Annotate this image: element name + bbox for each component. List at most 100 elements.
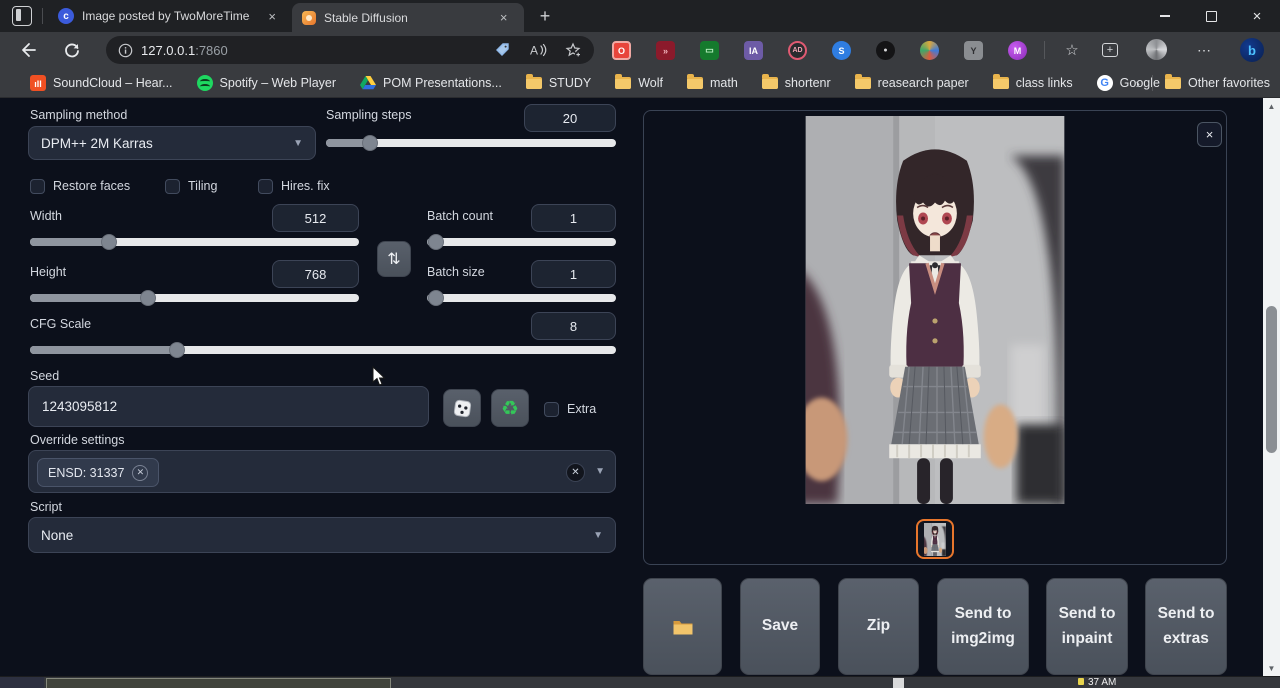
tiling-checkbox[interactable] [165,179,180,194]
sampling-steps-slider[interactable] [326,135,616,151]
settings-more-icon[interactable]: ⋯ [1194,40,1214,60]
folder-icon [526,77,542,89]
tab2-close-icon[interactable]: × [500,11,508,24]
bookmark-pom-presentations[interactable]: POM Presentations... [360,75,502,90]
favorites-bar-icon[interactable]: ☆ [1062,40,1082,60]
extra-label: Extra [567,402,596,416]
soundcloud-icon: ıll [30,75,46,91]
zip-button[interactable]: Zip [838,578,919,675]
site-info-icon[interactable] [118,43,133,58]
bookmark-folder-study[interactable]: STUDY [526,76,591,90]
window-close-button[interactable]: × [1234,0,1280,32]
hires-fix-checkbox[interactable] [258,179,273,194]
seed-input[interactable]: 1243095812 [28,386,429,427]
sampling-method-dropdown[interactable]: DPM++ 2M Karras ▼ [28,126,316,160]
generated-image[interactable] [805,116,1065,504]
restore-faces-label: Restore faces [53,179,130,193]
reuse-seed-button[interactable]: ♻ [491,389,529,427]
collections-icon[interactable]: + [1102,43,1118,57]
profile-avatar[interactable] [1146,39,1167,60]
shazam-extension-icon[interactable]: S [832,41,851,60]
batch-count-input[interactable]: 1 [531,204,616,232]
tab-image-posted[interactable]: c Image posted by TwoMoreTimes × [48,0,286,32]
trash-extension-icon[interactable]: ▭ [700,41,719,60]
location-pin-extension-icon[interactable]: ● [876,41,895,60]
folder-icon [762,77,778,89]
bookmark-folder-reasearch-paper[interactable]: reasearch paper [855,76,969,90]
address-bar[interactable]: 127.0.0.1 :7860 A [106,36,594,64]
page-scrollbar[interactable]: ▲ ▼ [1263,98,1280,676]
monica-extension-icon[interactable]: M [1008,41,1027,60]
read-aloud-icon[interactable]: A [529,42,547,58]
bookmark-other-favorites[interactable]: Other favorites [1165,76,1270,90]
extra-checkbox[interactable] [544,402,559,417]
sampling-steps-input[interactable]: 20 [524,104,616,132]
cfg-scale-input[interactable]: 8 [531,312,616,340]
override-settings-box[interactable]: ENSD: 31337 ✕ ✕ ▼ [28,450,616,493]
tab1-close-icon[interactable]: × [268,10,276,23]
clear-all-overrides-icon[interactable]: ✕ [566,463,585,482]
url-host: 127.0.0.1 [141,43,195,58]
tab-stable-diffusion[interactable]: Stable Diffusion × [292,3,524,32]
bookmarks-overflow-chevron-icon[interactable]: › [1136,76,1140,91]
folder-icon [615,77,631,89]
new-tab-button[interactable]: + [534,5,556,27]
random-seed-button[interactable] [443,389,481,427]
bookmark-folder-shortenr[interactable]: shortenr [762,76,831,90]
bing-chat-icon[interactable]: b [1240,38,1264,62]
gallery-close-button[interactable]: × [1197,122,1222,147]
globe-extension-icon[interactable] [920,41,939,60]
script-dropdown[interactable]: None ▼ [28,517,616,553]
bookmark-soundcloud[interactable]: ıllSoundCloud – Hear... [30,75,173,91]
window-minimize-button[interactable] [1142,0,1188,32]
save-button[interactable]: Save [740,578,820,675]
tray-notification-icon [1078,678,1084,685]
y-extension-icon[interactable]: Y [964,41,983,60]
height-slider[interactable] [30,290,359,306]
internet-archive-extension-icon[interactable]: IA [744,41,763,60]
height-input[interactable]: 768 [272,260,359,288]
google-drive-icon [360,75,376,90]
override-chip-ensd[interactable]: ENSD: 31337 ✕ [37,458,159,487]
fast-forward-extension-icon[interactable]: » [656,41,675,60]
batch-size-input[interactable]: 1 [531,260,616,288]
chevron-down-icon: ▼ [293,138,303,149]
seed-label: Seed [30,369,59,383]
start-button[interactable] [0,677,44,688]
restore-faces-checkbox[interactable] [30,179,45,194]
bookmark-folder-wolf[interactable]: Wolf [615,76,663,90]
bookmark-folder-class-links[interactable]: class links [993,76,1073,90]
tab-overview-icon[interactable] [12,6,32,26]
bookmark-folder-math[interactable]: math [687,76,738,90]
send-to-extras-button[interactable]: Send to extras [1145,578,1227,675]
chip-remove-icon[interactable]: ✕ [132,465,148,481]
red-o-extension-icon[interactable]: O [612,41,631,60]
open-folder-button[interactable] [643,578,722,675]
add-favorite-icon[interactable] [565,42,582,59]
width-input[interactable]: 512 [272,204,359,232]
cfg-scale-slider[interactable] [30,342,616,358]
back-button[interactable] [18,40,38,60]
gallery-thumbnail-selected[interactable] [916,519,954,559]
sampling-method-label: Sampling method [30,108,127,122]
taskbar-app-icon[interactable] [893,678,904,688]
send-to-img2img-button[interactable]: Send to img2img [937,578,1029,675]
scroll-up-icon[interactable]: ▲ [1263,98,1280,114]
taskbar-search-box[interactable] [46,678,391,688]
batch-size-slider[interactable] [427,290,616,306]
reload-button[interactable] [62,40,82,60]
swap-dimensions-button[interactable]: ⇅ [377,241,411,277]
width-slider[interactable] [30,234,359,250]
scrollbar-thumb[interactable] [1266,306,1277,453]
batch-size-label: Batch size [427,265,485,279]
height-label: Height [30,265,66,279]
scroll-down-icon[interactable]: ▼ [1263,660,1280,676]
taskbar-clock[interactable]: 37 AM [1078,677,1116,688]
ad-blocker-extension-icon[interactable]: AD [788,41,807,60]
chevron-down-icon[interactable]: ▼ [595,466,605,477]
batch-count-slider[interactable] [427,234,616,250]
window-restore-button[interactable] [1188,0,1234,32]
shopping-tag-icon[interactable] [495,42,511,58]
send-to-inpaint-button[interactable]: Send to inpaint [1046,578,1128,675]
bookmark-spotify[interactable]: Spotify – Web Player [197,75,337,91]
